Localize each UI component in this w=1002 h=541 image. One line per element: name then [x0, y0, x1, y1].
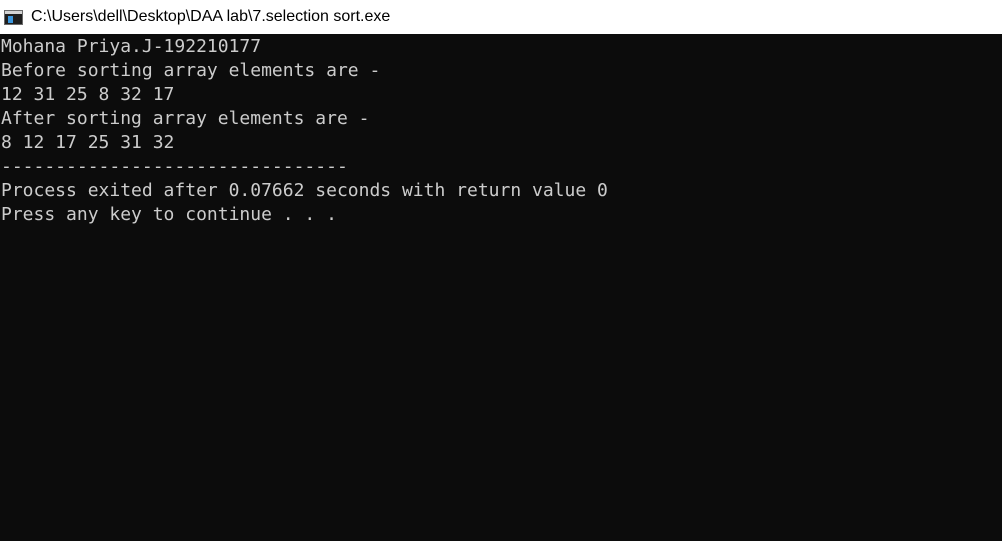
console-window: C:\Users\dell\Desktop\DAA lab\7.selectio… [0, 0, 1002, 541]
icon-titlebar-strip [5, 11, 22, 14]
window-title: C:\Users\dell\Desktop\DAA lab\7.selectio… [31, 8, 391, 25]
console-line-separator: -------------------------------- [1, 156, 348, 177]
console-line-sorted-values: 8 12 17 25 31 32 [1, 132, 175, 153]
console-line-process-exit: Process exited after 0.07662 seconds wit… [1, 180, 608, 201]
title-bar[interactable]: C:\Users\dell\Desktop\DAA lab\7.selectio… [0, 0, 1002, 34]
console-output[interactable]: Mohana Priya.J-192210177 Before sorting … [0, 34, 1002, 541]
console-line-unsorted-values: 12 31 25 8 32 17 [1, 84, 175, 105]
console-line-student-id: Mohana Priya.J-192210177 [1, 36, 262, 57]
console-line-press-key: Press any key to continue . . . [1, 204, 337, 225]
console-line-after-heading: After sorting array elements are - [1, 108, 370, 129]
console-line-before-heading: Before sorting array elements are - [1, 60, 381, 81]
console-app-icon[interactable] [4, 10, 23, 25]
icon-accent [8, 16, 13, 23]
